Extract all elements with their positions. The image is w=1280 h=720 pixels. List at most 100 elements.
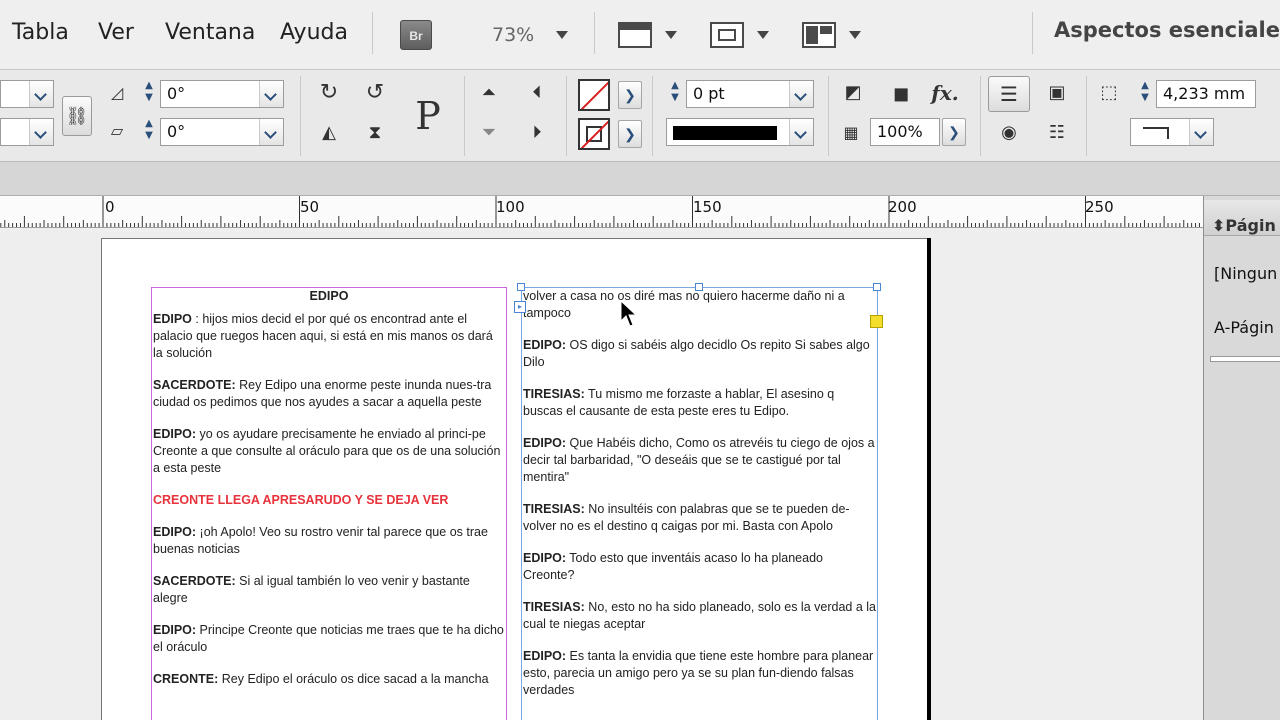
document-page: EDIPO EDIPO : hijos mios decid el por qu… <box>101 238 927 720</box>
shear-stepper[interactable]: ▲ ▼ <box>140 118 158 146</box>
drop-shadow-icon[interactable]: ◼ <box>884 76 918 110</box>
text-frame-right[interactable]: volver a casa no os diré mas no quiero h… <box>521 287 878 720</box>
separator <box>372 12 373 54</box>
in-port-icon[interactable]: ▸ <box>514 301 526 313</box>
arrange-documents-icon[interactable] <box>802 22 836 48</box>
chevron-down-icon[interactable] <box>789 81 813 107</box>
width-field[interactable] <box>0 80 54 108</box>
view-options-icon[interactable] <box>618 22 652 48</box>
menu-ver[interactable]: Ver <box>98 20 134 45</box>
text-wrap-object-shape-icon[interactable]: ◉ <box>992 116 1026 150</box>
stroke-type-field[interactable] <box>666 118 814 146</box>
bridge-button[interactable]: Br <box>400 20 432 50</box>
speaker-name: SACERDOTE: <box>153 574 236 588</box>
stroke-type-preview <box>673 126 777 140</box>
menu-tabla[interactable]: Tabla <box>12 20 69 45</box>
corner-shape-field[interactable] <box>1130 118 1214 146</box>
inset-field[interactable]: 4,233 mm <box>1156 80 1256 108</box>
chevron-down-icon[interactable] <box>259 81 283 107</box>
workspace-switcher[interactable]: Aspectos esenciales <box>1054 18 1280 42</box>
rotation-angle-field[interactable]: 0° <box>160 80 284 108</box>
rotation-angle-icon: ◿ <box>110 83 124 102</box>
opacity-icon: ▦ <box>843 123 859 142</box>
height-field[interactable] <box>0 118 54 146</box>
dialogue-text: : hijos mios decid el por qué os encontr… <box>153 312 493 360</box>
dialogue-text: OS digo si sabéis algo decidlo Os repito… <box>523 338 870 369</box>
inset-stepper[interactable]: ▲ ▼ <box>1136 80 1154 108</box>
view-options-dropdown-icon[interactable] <box>665 31 677 39</box>
pages-panel-title-text: Págin <box>1225 216 1276 235</box>
dialogue-text: Que Habéis dicho, Como os atrevéis tu ci… <box>523 436 875 484</box>
speaker-name: CREONTE: <box>153 672 219 686</box>
ruler-label: 100 <box>496 198 525 216</box>
text-wrap-jump-icon[interactable]: ☷ <box>1040 116 1074 150</box>
selection-handle[interactable] <box>517 283 525 291</box>
select-container-icon[interactable]: ⏶ <box>472 76 506 110</box>
fill-menu-button[interactable]: ❯ <box>618 81 642 109</box>
select-content-icon[interactable]: ⏷ <box>472 116 506 150</box>
selection-handle[interactable] <box>695 283 703 291</box>
text-wrap-bounding-box-icon[interactable]: ▣ <box>1040 76 1074 110</box>
chevron-down-icon[interactable] <box>29 119 53 145</box>
chevron-down-icon[interactable] <box>1189 119 1213 145</box>
pages-panel-title: ⬍Págin <box>1212 216 1276 235</box>
separator <box>980 76 981 156</box>
opacity-field[interactable]: 100% <box>870 118 940 146</box>
dialogue-paragraph: SACERDOTE: Rey Edipo una enorme peste in… <box>153 377 505 411</box>
ruler-label: 250 <box>1085 198 1114 216</box>
zoom-dropdown-icon[interactable] <box>556 31 568 39</box>
speaker-name: TIRESIAS: <box>523 387 585 401</box>
opacity-menu-button[interactable]: ❯ <box>942 118 966 146</box>
screen-mode-icon[interactable] <box>710 22 744 48</box>
dialogue-paragraph: TIRESIAS: No insultéis con palabras que … <box>523 501 876 535</box>
effects-icon[interactable]: fx. <box>928 76 962 110</box>
master-a-item[interactable]: A-Págin <box>1214 318 1274 337</box>
stroke-swatch[interactable] <box>578 118 610 150</box>
dialogue-text: Todo esto que inventáis acaso lo ha plan… <box>523 551 823 582</box>
text-frame-left[interactable]: EDIPO EDIPO : hijos mios decid el por qu… <box>151 287 507 720</box>
pages-panel-header[interactable]: ⬍Págin <box>1204 200 1280 236</box>
dialogue-text: volver a casa no os diré mas no quiero h… <box>523 289 845 320</box>
constrain-proportions-icon[interactable]: ⛓ <box>62 96 92 136</box>
rotate-clockwise-icon[interactable]: ↻ <box>312 76 346 110</box>
rotate-counterclockwise-icon[interactable]: ↺ <box>358 76 392 110</box>
chevron-down-icon[interactable] <box>259 119 283 145</box>
opacity-value: 100% <box>877 122 923 141</box>
flip-horizontal-icon[interactable]: ◭ <box>312 116 346 150</box>
chevron-down-icon[interactable] <box>789 119 813 145</box>
master-none-item[interactable]: [Ningun <box>1214 264 1277 283</box>
ruler-label: 50 <box>300 198 320 216</box>
shear-angle-field[interactable]: 0° <box>160 118 284 146</box>
dialogue-paragraph: EDIPO: Es tanta la envidia que tiene est… <box>523 648 876 699</box>
zoom-level[interactable]: 73% <box>492 24 534 46</box>
control-panel: ⛓ ◿ ▱ ▲ ▼ 0° ▲ ▼ 0° ↻ ↺ ◭ ⧗ P ⏶ ⏴ ⏷ ⏵ ❯ ❯ … <box>0 70 1280 162</box>
text-frame-icon[interactable]: P <box>400 88 456 144</box>
stroke-weight-field[interactable]: 0 pt <box>686 80 814 108</box>
stroke-menu-button[interactable]: ❯ <box>618 120 642 148</box>
horizontal-ruler[interactable]: 0 50 100 150 200 250 <box>0 196 1203 228</box>
select-next-icon[interactable]: ⏵ <box>520 116 554 150</box>
speaker-name: EDIPO: <box>523 649 567 663</box>
text-wrap-none-icon[interactable]: ☰ <box>988 76 1030 112</box>
flip-vertical-icon[interactable]: ⧗ <box>358 116 392 150</box>
separator <box>594 12 595 54</box>
dialogue-paragraph: SACERDOTE: Si al igual también lo veo ve… <box>153 573 505 607</box>
pages-panel: ⬍Págin [Ningun A-Págin <box>1203 196 1280 720</box>
chevron-down-icon[interactable] <box>29 81 53 107</box>
arrange-documents-dropdown-icon[interactable] <box>849 31 861 39</box>
menu-ventana[interactable]: Ventana <box>165 20 255 45</box>
corner-options-icon[interactable]: ◩ <box>836 76 870 110</box>
menu-ayuda[interactable]: Ayuda <box>280 20 348 45</box>
speaker-name: EDIPO: <box>153 623 197 637</box>
dialogue-text: Rey Edipo el oráculo os dice sacad a la … <box>218 672 489 686</box>
fill-swatch[interactable] <box>578 79 610 111</box>
corner-effects-handle[interactable] <box>870 315 883 328</box>
speaker-name: TIRESIAS: <box>523 600 585 614</box>
stroke-weight-stepper[interactable]: ▲ ▼ <box>666 80 684 108</box>
select-previous-icon[interactable]: ⏴ <box>520 76 554 110</box>
rotation-stepper[interactable]: ▲ ▼ <box>140 80 158 108</box>
separator <box>300 76 301 156</box>
screen-mode-dropdown-icon[interactable] <box>757 31 769 39</box>
selection-handle[interactable] <box>873 283 881 291</box>
separator <box>566 76 567 156</box>
